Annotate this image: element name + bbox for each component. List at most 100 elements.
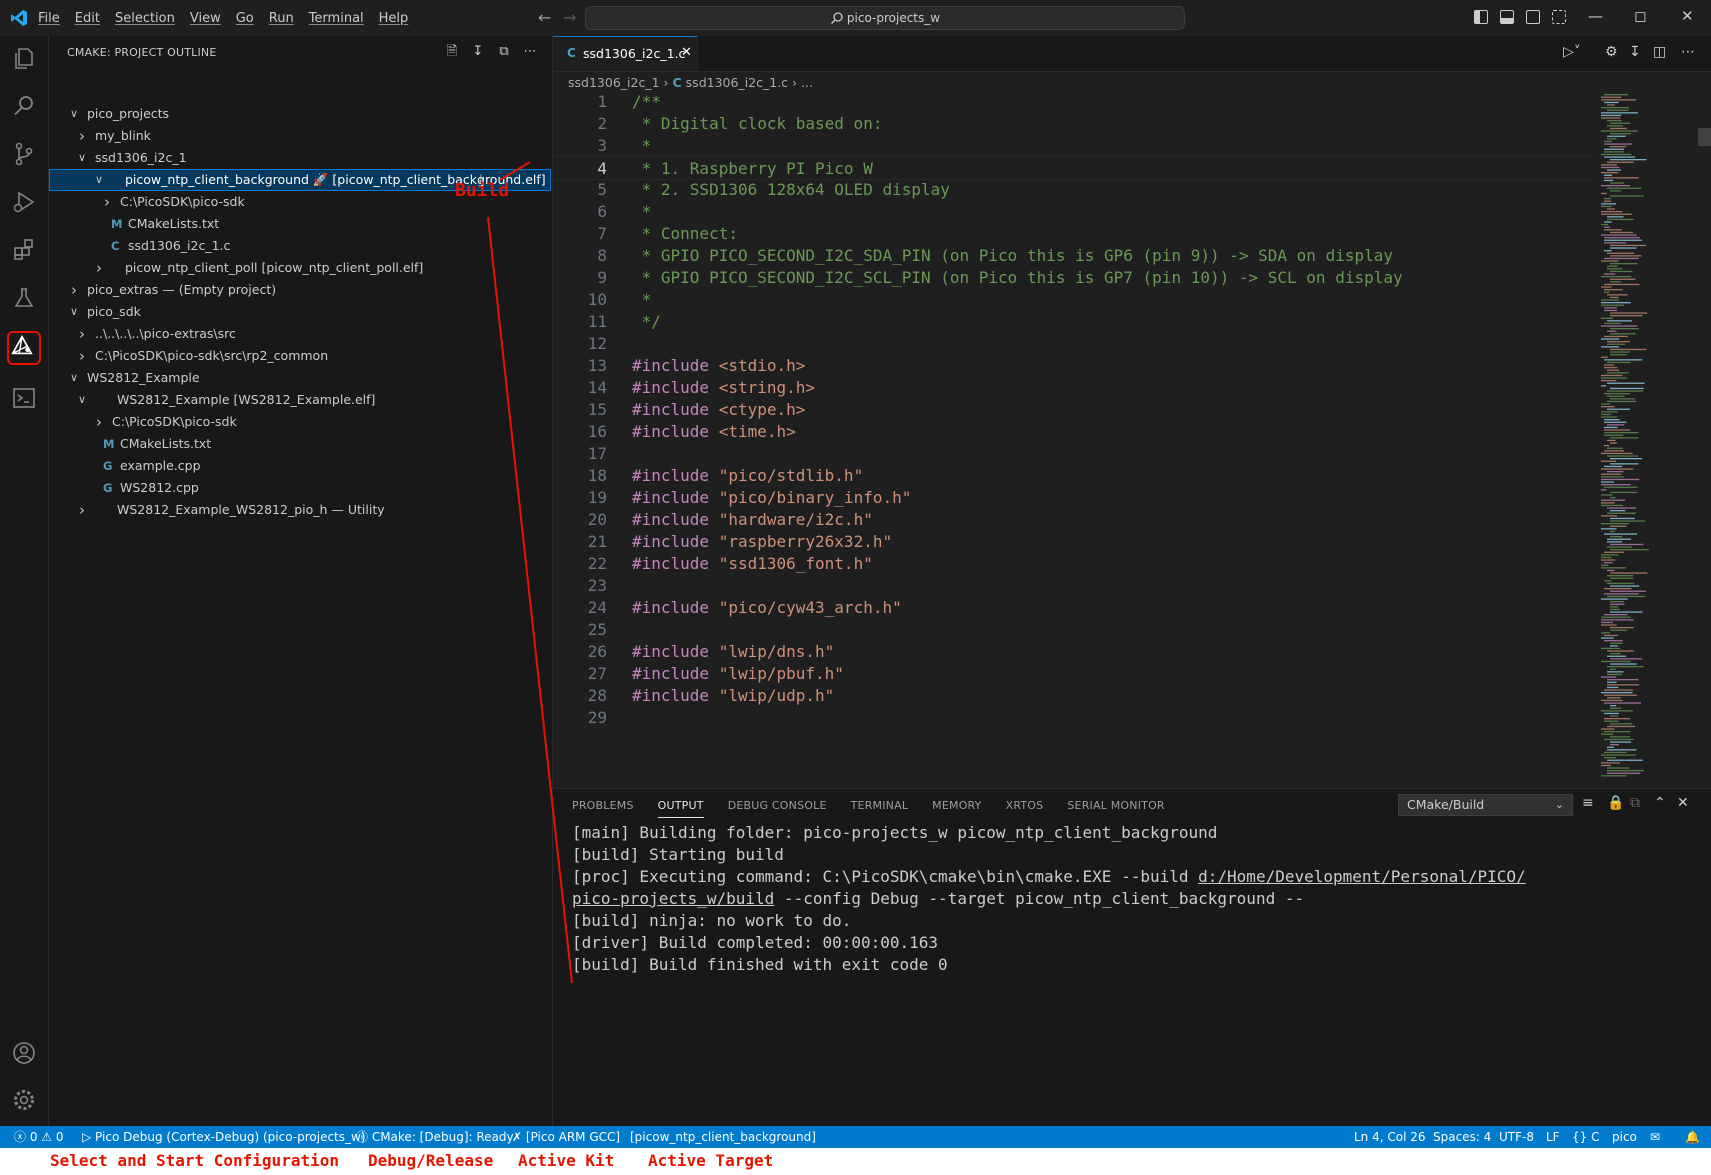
toggle-secondary-sidebar-icon[interactable] [1526,10,1540,24]
breadcrumb-folder[interactable]: ssd1306_i2c_1 [568,75,660,90]
menu-item-go[interactable]: Go [236,11,254,26]
forward-arrow-icon[interactable]: → [563,8,576,27]
panel-tab-serial-monitor[interactable]: SERIAL MONITOR [1067,799,1164,818]
chevron-down-icon[interactable]: ∨ [75,147,89,169]
debug-config-status[interactable]: ▷ Pico Debug (Cortex-Debug) (pico-projec… [82,1126,366,1148]
breadcrumb-file[interactable]: ssd1306_i2c_1.c [686,75,788,90]
close-tab-icon[interactable]: ✕ [681,45,692,60]
menu-item-selection[interactable]: Selection [115,11,175,26]
terminal-icon[interactable] [10,384,38,412]
tree-item[interactable]: ∨ pico_sdk [49,301,552,323]
menu-item-file[interactable]: File [38,11,60,26]
chevron-down-icon[interactable]: ∨ [92,169,106,191]
panel-tab-output[interactable]: OUTPUT [657,799,704,818]
menu-item-edit[interactable]: Edit [75,11,100,26]
source-control-icon[interactable] [10,140,38,168]
chevron-right-icon[interactable]: › [100,191,114,213]
chevron-right-icon[interactable]: › [75,499,89,521]
testing-flask-icon[interactable] [10,284,38,312]
tree-item[interactable]: Gexample.cpp [49,455,552,477]
maximize-panel-icon[interactable]: ⌃ [1654,795,1666,811]
panel-tab-debug-console[interactable]: DEBUG CONSOLE [728,799,827,818]
cmake-settings-icon[interactable]: ⚙ [1605,44,1618,60]
panel-tab-xrtos[interactable]: XRTOS [1006,799,1044,818]
tree-item[interactable]: › C:\PicoSDK\pico-sdk\src\rp2_common [49,345,552,367]
editor-more-icon[interactable]: ⋯ [1681,44,1695,60]
indentation-status[interactable]: Spaces: 4 [1433,1126,1491,1148]
command-center-search[interactable]: pico-projects_w [585,6,1185,30]
code-editor[interactable]: 1/** 2 * Digital clock based on: 3 * 4 * 1.… [553,92,1593,788]
tree-item[interactable]: › WS2812_Example_WS2812_pio_h — Utility [49,499,552,521]
active-kit-status[interactable]: ✗ [Pico ARM GCC] [512,1126,620,1148]
active-target-status[interactable]: [picow_ntp_client_background] [630,1126,816,1148]
customize-layout-icon[interactable] [1552,10,1566,24]
feedback-icon[interactable]: ✉ [1650,1126,1660,1148]
clear-output-icon[interactable]: ≡ [1582,795,1594,811]
chevron-right-icon[interactable]: › [92,411,106,433]
tree-item[interactable]: › picow_ntp_client_poll [picow_ntp_client… [49,257,552,279]
panel-tab-memory[interactable]: MEMORY [932,799,981,818]
menu-item-view[interactable]: View [190,11,221,26]
output-path-link[interactable]: d:/Home/Development/Personal/PICO/ [1198,867,1526,886]
tree-item[interactable]: › ..\..\..\..\pico-extras\src [49,323,552,345]
chevron-right-icon[interactable]: › [75,345,89,367]
panel-tab-problems[interactable]: PROBLEMS [572,799,634,818]
eol-status[interactable]: LF [1546,1126,1560,1148]
more-actions-icon[interactable]: ⋯ [522,44,538,60]
cmake-icon[interactable] [7,331,41,365]
build-icon[interactable]: ↧ [1629,44,1641,60]
search-icon[interactable] [10,92,38,120]
cmake-build-type-status[interactable]: ⓘ CMake: [Debug]: Ready [356,1126,514,1148]
tree-item[interactable]: M CMakeLists.txt [49,213,552,235]
minimap[interactable] [1593,92,1693,782]
output-path-link[interactable]: pico-projects_w/build [572,889,774,908]
encoding-status[interactable]: UTF-8 [1499,1126,1534,1148]
language-mode-status[interactable]: {} C [1572,1126,1599,1148]
tree-item[interactable]: G WS2812.cpp [49,477,552,499]
chevron-right-icon[interactable]: › [75,323,89,345]
editor-scrollbar[interactable] [1698,92,1711,782]
profile-status[interactable]: pico [1612,1126,1637,1148]
chevron-down-icon[interactable]: ∨ [75,389,89,411]
scrollbar-thumb[interactable] [1698,128,1711,146]
tree-item[interactable]: ∨ WS2812_Example [49,367,552,389]
close-panel-icon[interactable]: ✕ [1677,795,1689,811]
maximize-icon[interactable]: ◻ [1634,7,1646,25]
close-window-icon[interactable]: ✕ [1681,7,1694,25]
notifications-bell-icon[interactable]: 🔔 [1685,1126,1700,1148]
explorer-icon[interactable] [10,44,38,72]
breadcrumb-symbol[interactable]: ... [801,75,813,90]
tree-item[interactable]: M CMakeLists.txt [49,433,552,455]
run-debug-dropdown-icon[interactable]: ▷˅ [1563,44,1581,60]
tree-item[interactable]: ∨ pico_projects [49,103,552,125]
accounts-icon[interactable] [10,1039,38,1067]
minimize-icon[interactable]: — [1588,7,1603,25]
extensions-icon[interactable] [10,236,38,264]
tree-item[interactable]: › my_blink [49,125,552,147]
output-channel-select[interactable]: CMake/Build ⌄ [1398,794,1573,816]
new-file-icon[interactable]: 🗎 [444,44,460,60]
tree-item[interactable]: ∨ WS2812_Example [WS2812_Example.elf] [49,389,552,411]
chevron-down-icon[interactable]: ∨ [67,103,81,125]
menu-item-help[interactable]: Help [379,11,409,26]
cursor-position-status[interactable]: Ln 4, Col 26 [1354,1126,1426,1148]
menu-item-run[interactable]: Run [269,11,294,26]
panel-tab-terminal[interactable]: TERMINAL [851,799,909,818]
collapse-all-icon[interactable]: ⧉ [496,44,512,60]
chevron-right-icon[interactable]: › [92,257,106,279]
chevron-right-icon[interactable]: › [67,279,81,301]
tree-item[interactable]: ∨ ssd1306_i2c_1 [49,147,552,169]
open-output-in-editor-icon[interactable]: ⧉ [1630,795,1640,811]
menu-item-terminal[interactable]: Terminal [309,11,364,26]
tree-item[interactable]: Cssd1306_i2c_1.c [49,235,552,257]
settings-gear-icon[interactable] [10,1086,38,1114]
tree-item[interactable]: › C:\PicoSDK\pico-sdk [49,411,552,433]
lock-scroll-icon[interactable]: 🔒 [1607,795,1624,811]
back-arrow-icon[interactable]: ← [538,8,551,27]
chevron-down-icon[interactable]: ∨ [67,367,81,389]
toggle-primary-sidebar-icon[interactable] [1474,10,1488,24]
toggle-panel-icon[interactable] [1500,10,1514,24]
tree-item[interactable]: › pico_extras — (Empty project) [49,279,552,301]
build-all-icon[interactable]: ↧ [470,44,486,60]
problems-status[interactable]: ⓧ 0 ⚠ 0 [14,1126,63,1148]
